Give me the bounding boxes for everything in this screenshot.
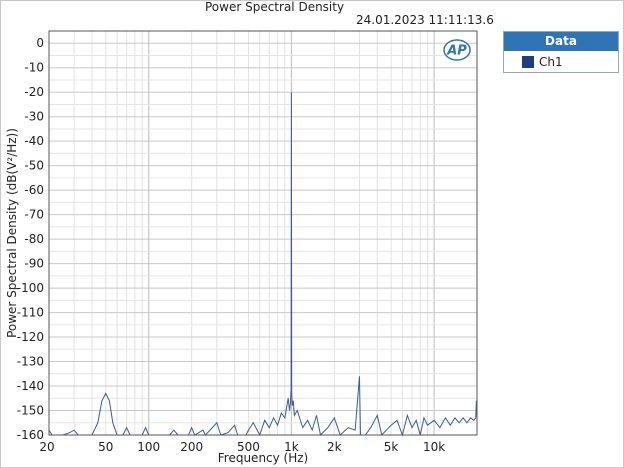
y-tick-label: -100 (17, 281, 44, 295)
y-tick-label: -40 (24, 134, 44, 148)
y-tick-label: -10 (24, 61, 44, 75)
y-tick-label: -80 (24, 232, 44, 246)
legend: Data Ch1 (503, 31, 619, 73)
x-tick-label: 5k (384, 440, 399, 454)
y-tick-label: -150 (17, 404, 44, 418)
x-tick-label: 100 (137, 440, 160, 454)
legend-swatch-ch1 (522, 55, 534, 68)
plot-background (49, 31, 477, 435)
svg-text:AP: AP (446, 44, 467, 59)
y-axis-label: Power Spectral Density (dB(V²/Hz)) (5, 128, 19, 338)
legend-title: Data (504, 32, 618, 51)
y-tick-label: -70 (24, 208, 44, 222)
legend-label-ch1: Ch1 (539, 54, 563, 69)
y-tick-label: -30 (24, 110, 44, 124)
x-tick-label: 2k (327, 440, 342, 454)
x-tick-label: 20 (39, 440, 54, 454)
y-tick-label: -140 (17, 379, 44, 393)
legend-item-ch1[interactable]: Ch1 (504, 51, 618, 72)
y-tick-label: -50 (24, 159, 44, 173)
y-tick-label: -90 (24, 257, 44, 271)
y-tick-label: -130 (17, 355, 44, 369)
y-tick-label: -120 (17, 330, 44, 344)
x-tick-label: 10k (423, 440, 445, 454)
y-tick-label: -20 (24, 85, 44, 99)
y-tick-label: -60 (24, 183, 44, 197)
ap-logo: AP (443, 39, 471, 61)
y-tick-label: 0 (36, 36, 44, 50)
x-tick-label: 200 (180, 440, 203, 454)
y-tick-label: -110 (17, 306, 44, 320)
x-tick-label: 50 (98, 440, 113, 454)
psd-chart: 0 -10 -20 -30 -40 -50 -60 -70 -80 -90 -100 -110 -120… (5, 30, 478, 465)
x-axis-label: Frequency (Hz) (218, 451, 309, 465)
